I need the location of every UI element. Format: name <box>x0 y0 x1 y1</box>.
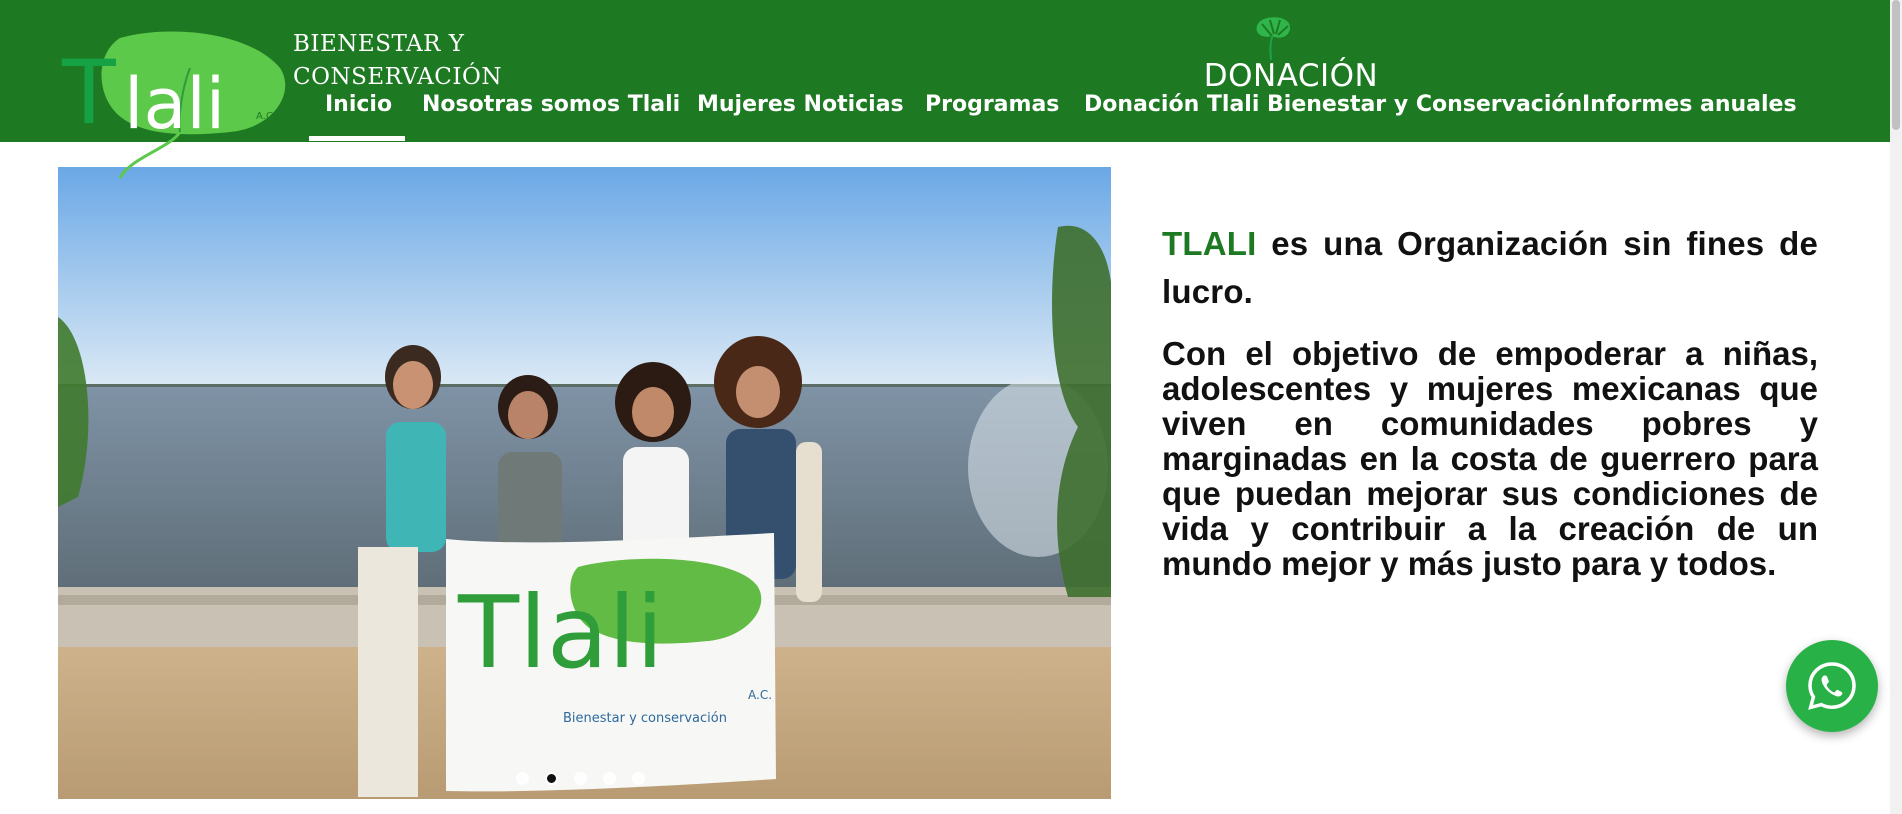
intro-section: TLALI es una Organización sin fines de l… <box>1162 220 1818 581</box>
logo-suffix: A.C. <box>256 111 276 122</box>
slider-dot[interactable] <box>632 772 645 785</box>
hero-photo: Tlali A.C. Bienestar y conservación <box>58 167 1111 799</box>
slider-dot[interactable] <box>574 772 587 785</box>
logo-lali: lali <box>124 63 225 145</box>
donation-header-link[interactable]: DONACIÓN <box>1196 16 1386 96</box>
nav-item-informes[interactable]: Informes anuales <box>1582 92 1797 117</box>
logo-t: T <box>61 41 117 144</box>
brand-line-1: BIENESTAR Y <box>293 31 465 57</box>
slider-dot-active[interactable] <box>545 772 558 785</box>
nav-item-donacion[interactable]: Donación Tlali Bienestar y Conservación <box>1084 92 1582 117</box>
hero-slider[interactable]: Tlali A.C. Bienestar y conservación <box>58 167 1111 799</box>
nav-item-mujeres-noticias[interactable]: Mujeres Noticias <box>697 92 904 117</box>
banner-tagline: Bienestar y conservación <box>563 711 727 726</box>
whatsapp-button[interactable] <box>1786 640 1878 732</box>
slider-dot[interactable] <box>603 772 616 785</box>
intro-brand: TLALI <box>1162 225 1257 262</box>
mission-paragraph: Con el objetivo de empoderar a niñas, ad… <box>1162 335 1818 582</box>
scrollbar[interactable] <box>1890 0 1902 814</box>
monstera-leaf-icon <box>1256 17 1291 61</box>
nav-item-programas[interactable]: Programas <box>925 92 1059 117</box>
intro-paragraph: TLALI es una Organización sin fines de l… <box>1162 220 1818 316</box>
scroll-thumb[interactable] <box>1892 0 1900 130</box>
whatsapp-icon <box>1808 662 1856 710</box>
slider-dots <box>516 772 645 785</box>
nav-item-nosotras[interactable]: Nosotras somos Tlali <box>422 92 680 117</box>
banner-text: Tlali <box>457 574 664 691</box>
nav-active-indicator <box>309 136 405 141</box>
banner-suffix: A.C. <box>748 688 772 702</box>
logo[interactable]: T lali A.C. <box>60 28 290 188</box>
tlali-banner: Tlali A.C. Bienestar y conservación <box>446 533 776 792</box>
intro-rest: es una Organización sin fines de lucro. <box>1162 225 1818 310</box>
nav-item-inicio[interactable]: Inicio <box>325 92 392 117</box>
brand-text[interactable]: BIENESTAR Y CONSERVACIÓN <box>293 28 502 94</box>
slider-dot[interactable] <box>516 772 529 785</box>
